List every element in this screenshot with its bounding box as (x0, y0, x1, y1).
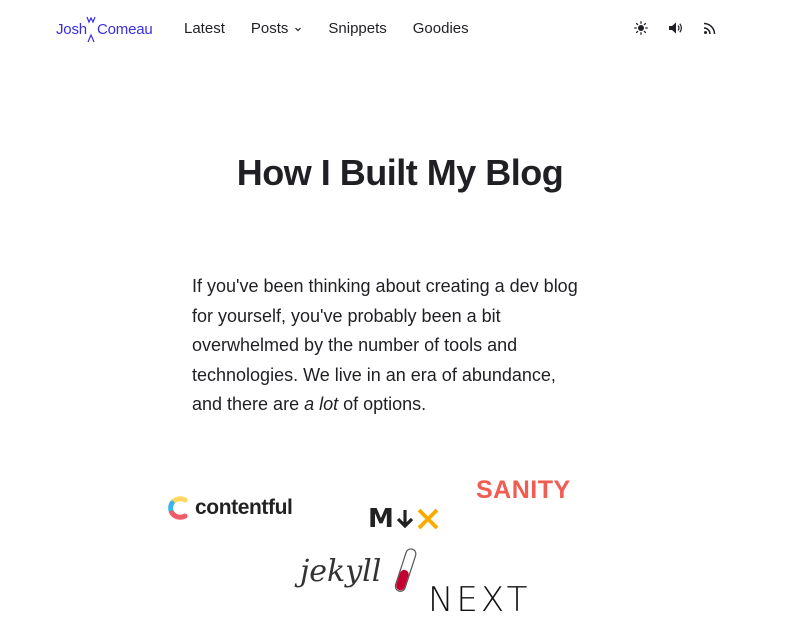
header-actions (633, 20, 735, 36)
speaker-icon (668, 22, 682, 34)
theme-toggle-button[interactable] (633, 20, 649, 36)
mdx-letter-m: M (368, 504, 394, 534)
nav-latest[interactable]: Latest (184, 20, 225, 37)
sound-toggle-button[interactable] (667, 20, 683, 36)
contentful-logo: contentful (167, 494, 293, 522)
arrow-down-icon (396, 510, 414, 529)
mdx-logo: M (368, 504, 440, 534)
nav-posts-label: Posts (250, 20, 289, 37)
nextjs-logo: NEXT (428, 580, 531, 620)
intro-text-2: of options. (338, 394, 427, 415)
sanity-logo: SANITY (476, 476, 571, 504)
nav-posts[interactable]: Posts (251, 20, 303, 37)
chevron-down-icon (295, 27, 302, 31)
logo-first-name: Josh (56, 21, 87, 38)
nav-goodies[interactable]: Goodies (413, 20, 469, 37)
jekyll-wordmark: jekyll (300, 554, 382, 589)
logo-last-name: Comeau (97, 21, 153, 38)
site-logo[interactable]: Josh Comeau (56, 14, 156, 44)
main-nav: Latest Posts Snippets Goodies (184, 20, 495, 37)
test-tube-icon (394, 548, 417, 592)
intro-emphasis: a lot (304, 394, 339, 415)
nav-snippets[interactable]: Snippets (328, 20, 386, 37)
rss-icon (703, 22, 715, 34)
contentful-wordmark: contentful (195, 496, 293, 519)
sun-icon (634, 21, 648, 35)
page-title: How I Built My Blog (236, 152, 564, 193)
x-mark-icon (417, 508, 439, 530)
logo-mark-icon (86, 16, 96, 43)
contentful-icon (168, 496, 188, 520)
intro-paragraph: If you've been thinking about creating a… (192, 272, 587, 420)
jekyll-logo: jekyll (300, 544, 418, 600)
rss-feed-button[interactable] (701, 20, 717, 36)
